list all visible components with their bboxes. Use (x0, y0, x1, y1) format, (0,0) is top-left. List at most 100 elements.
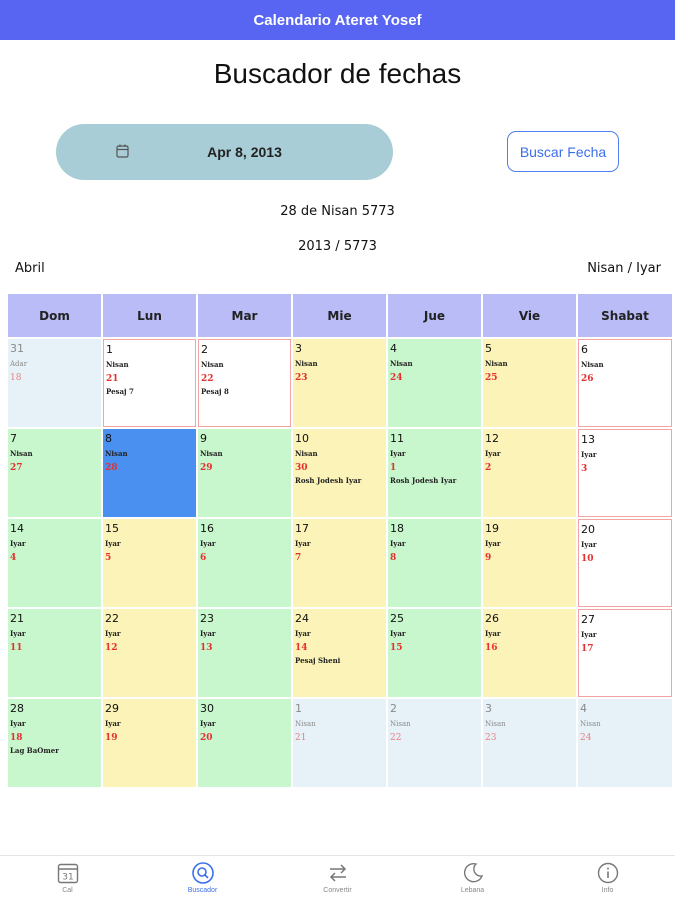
hebrew-month: Nisan (581, 360, 604, 369)
app-title: Calendario Ateret Yosef (253, 11, 422, 29)
day-cell[interactable]: 1 Nisan 21 (293, 699, 386, 787)
day-cell[interactable]: 16 Iyar 6 (198, 519, 291, 607)
day-cell[interactable]: 24 Iyar 14 Pesaj Sheni (293, 609, 386, 697)
day-cell[interactable]: 11 Iyar 1 Rosh Jodesh Iyar (388, 429, 481, 517)
day-cell[interactable]: 6 Nisan 26 (578, 339, 672, 427)
day-number: 2 (390, 702, 397, 715)
day-number: 25 (390, 612, 404, 625)
day-cell[interactable]: 22 Iyar 12 (103, 609, 196, 697)
weekday-mie: Mie (293, 294, 386, 337)
nav-item-convertir[interactable]: Convertir (270, 856, 405, 900)
day-cell[interactable]: 29 Iyar 19 (103, 699, 196, 787)
day-cell[interactable]: 5 Nisan 25 (483, 339, 576, 427)
day-cell[interactable]: 1 Nisan 21 Pesaj 7 (103, 339, 196, 427)
day-cell[interactable]: 30 Iyar 20 (198, 699, 291, 787)
hebrew-day: 16 (485, 643, 498, 653)
day-cell[interactable]: 31 Adar 18 (8, 339, 101, 427)
day-number: 13 (581, 433, 595, 446)
nav-item-info[interactable]: Info (540, 856, 675, 900)
hebrew-day: 17 (581, 644, 594, 654)
day-cell[interactable]: 15 Iyar 5 (103, 519, 196, 607)
nav-item-lebana[interactable]: Lebana (405, 856, 540, 900)
hebrew-month: Iyar (105, 719, 121, 728)
calendar-week-row: 21 Iyar 11 22 Iyar 12 23 Iyar 13 24 Iyar 14 Pesaj Sh… (8, 609, 672, 697)
day-number: 12 (485, 432, 499, 445)
hebrew-day: 11 (10, 643, 23, 653)
day-number: 11 (390, 432, 404, 445)
day-number: 1 (106, 343, 113, 356)
day-cell[interactable]: 28 Iyar 18 Lag BaOmer (8, 699, 101, 787)
swap-icon (329, 864, 346, 882)
hebrew-month: Nisan (295, 449, 318, 458)
day-cell[interactable]: 3 Nisan 23 (483, 699, 576, 787)
day-number: 21 (10, 612, 24, 625)
day-cell[interactable]: 13 Iyar 3 (578, 429, 672, 517)
day-cell[interactable]: 18 Iyar 8 (388, 519, 481, 607)
search-icon (191, 862, 214, 884)
hebrew-day: 23 (295, 373, 308, 383)
page-title: Buscador de fechas (213, 58, 462, 89)
nav-item-buscador[interactable]: Buscador (135, 856, 270, 900)
holiday-note: Rosh Jodesh Iyar (295, 476, 362, 485)
moon-icon (463, 862, 483, 883)
hebrew-day: 30 (295, 463, 308, 473)
hebrew-day: 29 (200, 463, 213, 473)
hebrew-day: 22 (201, 374, 214, 384)
hebrew-month: Iyar (390, 629, 406, 638)
nav-label-lebana: Lebana (460, 887, 485, 894)
search-date-button[interactable]: Buscar Fecha (507, 131, 619, 172)
day-cell[interactable]: 17 Iyar 7 (293, 519, 386, 607)
day-number: 29 (105, 702, 119, 715)
day-cell[interactable]: 19 Iyar 9 (483, 519, 576, 607)
date-picker-field[interactable]: Apr 8, 2013 (56, 124, 393, 180)
day-cell[interactable]: 25 Iyar 15 (388, 609, 481, 697)
hebrew-month: Iyar (10, 719, 26, 728)
day-cell[interactable]: 3 Nisan 23 (293, 339, 386, 427)
day-number: 2 (201, 343, 208, 356)
hebrew-month: Iyar (581, 450, 597, 459)
hebrew-month: Iyar (105, 629, 121, 638)
hebrew-month: Iyar (10, 539, 26, 548)
hebrew-month: Nisan (105, 449, 128, 458)
weekday-vie: Vie (483, 294, 576, 337)
calendar-week-row: 28 Iyar 18 Lag BaOmer 29 Iyar 19 30 Iyar 20 1 Nisan… (8, 699, 672, 787)
day-cell[interactable]: 7 Nisan 27 (8, 429, 101, 517)
day-cell-selected[interactable]: 8 Nisan 28 (103, 429, 196, 517)
hebrew-day: 9 (485, 553, 492, 563)
hebrew-month: Iyar (200, 629, 216, 638)
hebrew-day: 24 (580, 733, 592, 743)
hebrew-month: Nisan (106, 360, 129, 369)
day-cell[interactable]: 9 Nisan 29 (198, 429, 291, 517)
day-cell[interactable]: 2 Nisan 22 Pesaj 8 (198, 339, 291, 427)
hebrew-day: 6 (200, 553, 207, 563)
hebrew-month: Nisan (200, 449, 223, 458)
day-cell[interactable]: 14 Iyar 4 (8, 519, 101, 607)
day-number: 10 (295, 432, 309, 445)
hebrew-day: 20 (200, 733, 213, 743)
hebrew-day: 28 (105, 463, 118, 473)
day-number: 22 (105, 612, 119, 625)
nav-label-cal: Cal (62, 887, 73, 894)
day-cell[interactable]: 21 Iyar 11 (8, 609, 101, 697)
day-cell[interactable]: 27 Iyar 17 (578, 609, 672, 697)
calendar-icon: 31 (57, 863, 78, 884)
day-cell[interactable]: 4 Nisan 24 (578, 699, 672, 787)
hebrew-day: 8 (390, 553, 397, 563)
day-cell[interactable]: 20 Iyar 10 (578, 519, 672, 607)
nav-item-cal[interactable]: 31 Cal (0, 856, 135, 900)
day-cell[interactable]: 2 Nisan 22 (388, 699, 481, 787)
day-cell[interactable]: 12 Iyar 2 (483, 429, 576, 517)
hebrew-month: Nisan (390, 359, 413, 368)
hebrew-month: Iyar (581, 540, 597, 549)
hebrew-month: Iyar (105, 539, 121, 548)
day-cell[interactable]: 4 Nisan 24 (388, 339, 481, 427)
hebrew-month: Nisan (295, 720, 316, 728)
day-cell[interactable]: 26 Iyar 16 (483, 609, 576, 697)
hebrew-month: Iyar (200, 719, 216, 728)
hebrew-month: Nisan (201, 360, 224, 369)
day-cell[interactable]: 23 Iyar 13 (198, 609, 291, 697)
calendar-weeks: 31 Adar 18 1 Nisan 21 Pesaj 7 2 Nisan 22 Pesaj 83N… (8, 339, 672, 787)
day-number: 23 (200, 612, 214, 625)
day-cell[interactable]: 10 Nisan 30 Rosh Jodesh Iyar (293, 429, 386, 517)
hebrew-month: Iyar (200, 539, 216, 548)
